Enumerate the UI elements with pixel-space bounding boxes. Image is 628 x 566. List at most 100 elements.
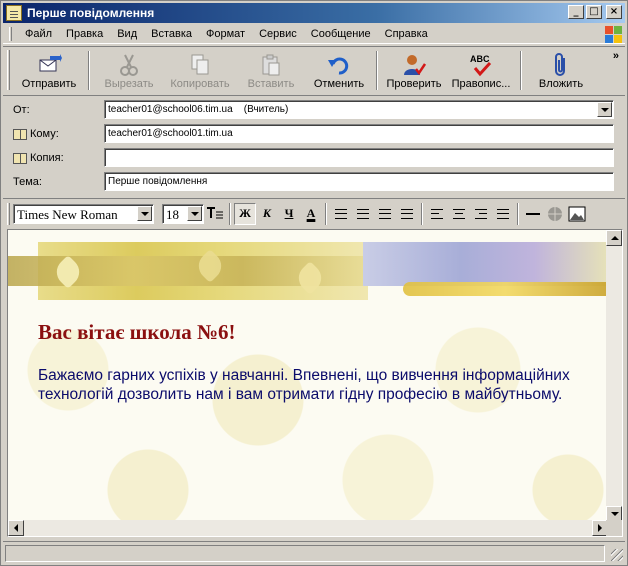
font-color-button[interactable]: А	[300, 203, 322, 225]
spelling-icon: ABC	[467, 52, 495, 78]
from-value: teacher01@school06.tim.ua (Вчитель)	[108, 104, 289, 115]
align-right-icon	[475, 208, 487, 219]
underline-button[interactable]: Ч	[278, 203, 300, 225]
cc-field[interactable]	[104, 148, 614, 167]
undo-button[interactable]: Отменить	[306, 47, 372, 94]
send-label: Отправить	[21, 78, 77, 90]
to-row: Кому: teacher01@school01.tim.ua	[3, 124, 625, 144]
format-grip[interactable]	[7, 202, 10, 225]
numbered-list-button[interactable]	[330, 203, 352, 225]
font-size-value: 18	[166, 206, 179, 222]
cut-label: Вырезать	[104, 78, 154, 90]
spelling-label: Правопис...	[451, 78, 511, 90]
subject-value: Перше повідомлення	[108, 176, 208, 187]
close-button[interactable]: ×	[606, 5, 622, 19]
subject-field[interactable]: Перше повідомлення	[104, 172, 614, 191]
horizontal-line-button[interactable]	[522, 203, 544, 225]
size-dropdown-arrow-icon[interactable]	[187, 205, 202, 221]
horizontal-line-icon	[526, 212, 540, 215]
address-book-icon	[13, 128, 27, 140]
globe-icon	[548, 206, 562, 221]
align-center-button[interactable]	[448, 203, 470, 225]
scroll-left-button[interactable]	[8, 520, 24, 536]
minimize-button[interactable]: _	[568, 5, 584, 19]
stationery-background: Вас вітає школа №6! Бажаємо гарних успіх…	[8, 230, 608, 522]
title-bar[interactable]: Перше повідомлення _ □ ×	[3, 3, 625, 23]
main-toolbar: Отправить Вырезать Копировать Вставить О…	[3, 46, 625, 94]
subject-row: Тема: Перше повідомлення	[3, 172, 625, 192]
cc-button[interactable]: Копия:	[13, 152, 64, 164]
format-separator	[229, 202, 231, 225]
menu-format[interactable]: Формат	[199, 28, 252, 40]
menu-insert[interactable]: Вставка	[144, 28, 199, 40]
to-value: teacher01@school01.tim.ua	[108, 128, 233, 139]
justify-icon	[497, 208, 509, 219]
paragraph-style-button[interactable]	[204, 203, 226, 225]
copy-label: Копировать	[170, 78, 230, 90]
align-left-icon	[431, 208, 443, 219]
menu-help[interactable]: Справка	[378, 28, 435, 40]
toolbar-grip[interactable]	[7, 50, 10, 90]
copy-icon	[186, 52, 214, 78]
horizontal-scrollbar[interactable]	[8, 520, 608, 536]
to-field[interactable]: teacher01@school01.tim.ua	[104, 124, 614, 143]
menu-edit[interactable]: Правка	[59, 28, 110, 40]
toolbar-separator	[520, 51, 522, 90]
copy-button[interactable]: Копировать	[164, 47, 236, 94]
greeting-heading: Вас вітає школа №6!	[38, 320, 236, 344]
format-separator	[325, 202, 327, 225]
menu-bar: Файл Правка Вид Вставка Формат Сервис Со…	[3, 24, 625, 44]
justify-button[interactable]	[492, 203, 514, 225]
insert-hyperlink-button[interactable]	[544, 203, 566, 225]
to-button[interactable]: Кому:	[13, 128, 59, 140]
font-family-select[interactable]: Times New Roman	[13, 203, 154, 224]
spelling-button[interactable]: ABC Правопис...	[446, 47, 516, 94]
decrease-indent-button[interactable]	[374, 203, 396, 225]
resize-grip-icon[interactable]	[611, 549, 623, 561]
scroll-up-button[interactable]	[606, 230, 622, 246]
maximize-button[interactable]: □	[586, 5, 602, 19]
format-separator	[421, 202, 423, 225]
toolbar-separator	[376, 51, 378, 90]
bold-button[interactable]: Ж	[234, 202, 256, 225]
to-label: Кому:	[30, 128, 59, 140]
paste-icon	[257, 52, 285, 78]
send-button[interactable]: Отправить	[14, 47, 84, 94]
menu-view[interactable]: Вид	[110, 28, 144, 40]
scissors-icon	[115, 52, 143, 78]
message-text: Бажаємо гарних успіхів у навчанні. Впевн…	[38, 367, 570, 403]
menu-file[interactable]: Файл	[18, 28, 59, 40]
undo-icon	[325, 52, 353, 78]
message-body-editor[interactable]: Вас вітає школа №6! Бажаємо гарних успіх…	[7, 229, 623, 537]
italic-button[interactable]: К	[256, 203, 278, 225]
font-size-select[interactable]: 18	[162, 203, 204, 224]
paste-label: Вставить	[247, 78, 295, 90]
scroll-left-arrow-icon	[14, 524, 18, 532]
vertical-scrollbar[interactable]	[606, 230, 622, 522]
increase-indent-icon	[401, 208, 413, 219]
stationery-banner	[8, 242, 608, 300]
menu-grip[interactable]	[9, 26, 12, 41]
font-dropdown-arrow-icon[interactable]	[137, 205, 152, 221]
window-title: Перше повідомлення	[27, 6, 155, 20]
font-family-value: Times New Roman	[17, 206, 118, 222]
bullet-list-button[interactable]	[352, 203, 374, 225]
menu-tools[interactable]: Сервис	[252, 28, 304, 40]
from-field[interactable]: teacher01@school06.tim.ua (Вчитель)	[104, 100, 614, 119]
windows-logo-icon	[603, 24, 623, 44]
from-dropdown-arrow-icon[interactable]	[597, 102, 612, 117]
paste-button[interactable]: Вставить	[236, 47, 306, 94]
attach-button[interactable]: Вложить	[526, 47, 596, 94]
message-icon	[6, 5, 22, 21]
cut-button[interactable]: Вырезать	[94, 47, 164, 94]
scroll-down-arrow-icon	[611, 512, 619, 516]
align-left-button[interactable]	[426, 203, 448, 225]
toolbar-overflow-chevron[interactable]: »	[613, 50, 619, 62]
increase-indent-button[interactable]	[396, 203, 418, 225]
from-row: От: teacher01@school06.tim.ua (Вчитель)	[3, 100, 625, 120]
insert-picture-button[interactable]	[566, 203, 588, 225]
check-names-button[interactable]: Проверить	[382, 47, 446, 94]
scroll-right-arrow-icon	[598, 524, 602, 532]
menu-message[interactable]: Сообщение	[304, 28, 378, 40]
align-right-button[interactable]	[470, 203, 492, 225]
